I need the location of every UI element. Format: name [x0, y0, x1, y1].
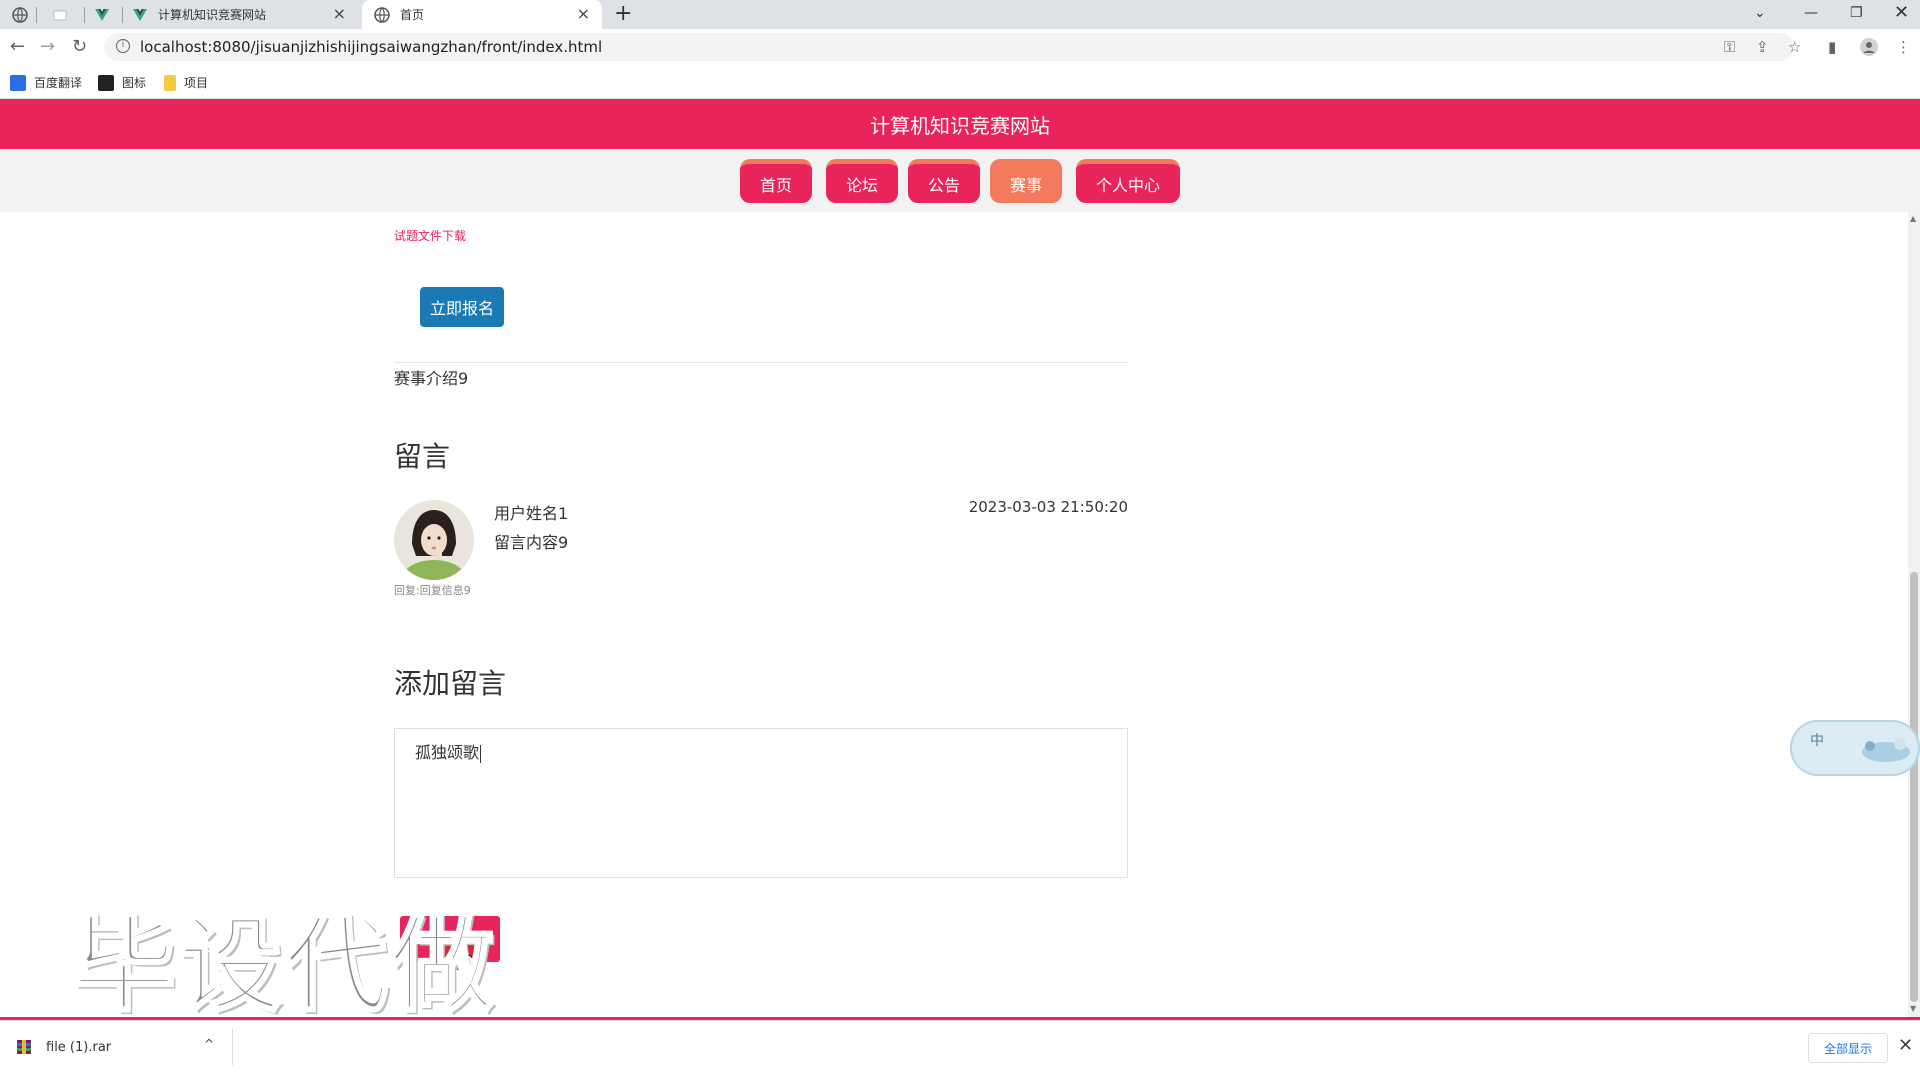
signup-button[interactable]: 立即报名 — [420, 287, 504, 327]
avatar — [394, 500, 474, 580]
forward-arrow-icon[interactable]: → — [40, 36, 55, 58]
message-content: 留言内容9 — [494, 533, 569, 552]
reply-prefix: 回复: — [394, 584, 420, 597]
bookmark-label: 图标 — [122, 76, 147, 90]
tab-separator — [84, 7, 85, 23]
watermark: 毕设代做 — [70, 903, 497, 1028]
message-timestamp: 2023-03-03 21:50:20 — [968, 498, 1128, 516]
site-title: 计算机知识竞赛网站 — [870, 113, 1050, 138]
main-nav: 首页 论坛 公告 赛事 个人中心 — [0, 149, 1920, 212]
bookmark-icons[interactable]: 图标 — [98, 74, 146, 91]
close-icon[interactable]: × — [577, 6, 590, 22]
divider — [232, 1029, 233, 1065]
reload-icon[interactable]: ↻ — [72, 36, 87, 58]
info-icon[interactable]: i — [116, 39, 130, 53]
messages-heading: 留言 — [394, 440, 451, 473]
scroll-thumb[interactable] — [1910, 572, 1918, 1002]
close-icon[interactable]: ✕ — [1898, 1035, 1913, 1056]
tab-separator — [36, 7, 37, 23]
tab-contest-site[interactable]: 计算机知识竞赛网站 × — [132, 0, 358, 29]
close-icon[interactable]: × — [333, 6, 346, 22]
tab-title: 计算机知识竞赛网站 — [158, 8, 267, 22]
ime-floating-widget[interactable]: 中 — [1790, 720, 1920, 776]
new-tab-button[interactable]: + — [614, 2, 632, 26]
text-caret — [480, 744, 482, 763]
add-message-heading: 添加留言 — [394, 667, 507, 700]
tab-pinned-globe[interactable] — [12, 0, 38, 29]
tab-pinned-blank[interactable] — [52, 0, 78, 29]
url-text[interactable]: localhost:8080/jisuanjizhishijingsaiwang… — [140, 38, 602, 56]
nav-profile[interactable]: 个人中心 — [1076, 159, 1180, 203]
bookmark-baidu-translate[interactable]: 百度翻译 — [10, 74, 82, 91]
scroll-down-icon[interactable]: ▼ — [1910, 1004, 1916, 1013]
blank-page-icon — [52, 7, 68, 23]
reply-text: 回复信息9 — [419, 584, 471, 597]
nav-announcements[interactable]: 公告 — [908, 159, 980, 203]
nav-contests[interactable]: 赛事 — [990, 159, 1062, 203]
folder-icon — [164, 74, 176, 91]
chevron-up-icon[interactable]: ^ — [204, 1037, 214, 1051]
bookmark-star-icon[interactable]: ☆ — [1788, 38, 1801, 56]
share-icon[interactable]: ⇪ — [1756, 38, 1769, 56]
screen: 计算机知识竞赛网站 × 首页 × + ⌄ — ❐ ✕ ← → ↻ i local… — [0, 0, 1920, 1072]
download-filename: file (1).rar — [46, 1039, 112, 1055]
profile-icon[interactable] — [1860, 38, 1878, 60]
translate-icon — [10, 74, 26, 91]
rar-archive-icon — [17, 1040, 31, 1054]
site-header: 计算机知识竞赛网站 — [0, 99, 1920, 149]
browser-tab-bar: 计算机知识竞赛网站 × 首页 × + ⌄ — ❐ ✕ — [0, 0, 1920, 29]
scroll-up-icon[interactable]: ▲ — [1910, 214, 1916, 223]
nav-home[interactable]: 首页 — [740, 159, 812, 203]
tab-separator — [122, 7, 123, 23]
browser-toolbar: ← → ↻ i localhost:8080/jisuanjizhishijin… — [0, 29, 1920, 66]
bookmark-projects[interactable]: 项目 — [164, 74, 208, 91]
show-all-downloads-button[interactable]: 全部显示 — [1808, 1033, 1888, 1063]
tab-title: 首页 — [400, 8, 425, 22]
address-bar[interactable]: i localhost:8080/jisuanjizhishijingsaiwa… — [104, 33, 1794, 61]
bookmark-label: 项目 — [184, 76, 209, 90]
globe-icon — [12, 6, 28, 23]
ime-mode-label: 中 — [1810, 733, 1824, 749]
nav-forum[interactable]: 论坛 — [826, 159, 898, 203]
divider — [394, 362, 1128, 363]
download-bar: file (1).rar ^ 全部显示 ✕ — [0, 1020, 1920, 1072]
tab-pinned-vue[interactable] — [94, 0, 120, 29]
page-scrollbar[interactable]: ▲ ▼ — [1908, 212, 1920, 1017]
download-item[interactable]: file (1).rar — [16, 1039, 111, 1055]
message-textarea[interactable]: 孤独颂歌 — [394, 728, 1128, 878]
textarea-value: 孤独颂歌 — [415, 743, 480, 762]
tab-search-chevron-icon[interactable]: ⌄ — [1754, 2, 1766, 24]
key-icon[interactable]: ⚿ — [1724, 38, 1735, 56]
message-username: 用户姓名1 — [494, 504, 569, 523]
tab-home[interactable]: 首页 × — [362, 0, 602, 29]
globe-icon — [374, 6, 390, 23]
download-exam-file-link[interactable]: 试题文件下载 — [394, 227, 466, 244]
bookmarks-bar: 百度翻译 图标 项目 — [0, 66, 1920, 99]
bookmark-label: 百度翻译 — [34, 76, 83, 90]
image-icon — [98, 74, 114, 91]
vue-logo-icon — [94, 7, 110, 23]
ime-decoration-icon — [1862, 738, 1910, 762]
contest-detail: 试题文件下载 立即报名 赛事介绍9 留言 用户姓名1 留言内容9 2023-03… — [0, 212, 1908, 1028]
window-close-icon[interactable]: ✕ — [1894, 2, 1909, 24]
minimize-icon[interactable]: — — [1804, 2, 1818, 24]
vue-logo-icon — [132, 7, 148, 23]
message-reply: 回复:回复信息9 — [394, 582, 471, 598]
more-menu-icon[interactable]: ⋮ — [1896, 38, 1911, 56]
back-arrow-icon[interactable]: ← — [10, 36, 25, 58]
contest-intro: 赛事介绍9 — [394, 369, 469, 388]
side-panel-icon[interactable]: ▮ — [1828, 38, 1836, 56]
restore-icon[interactable]: ❐ — [1850, 2, 1863, 24]
